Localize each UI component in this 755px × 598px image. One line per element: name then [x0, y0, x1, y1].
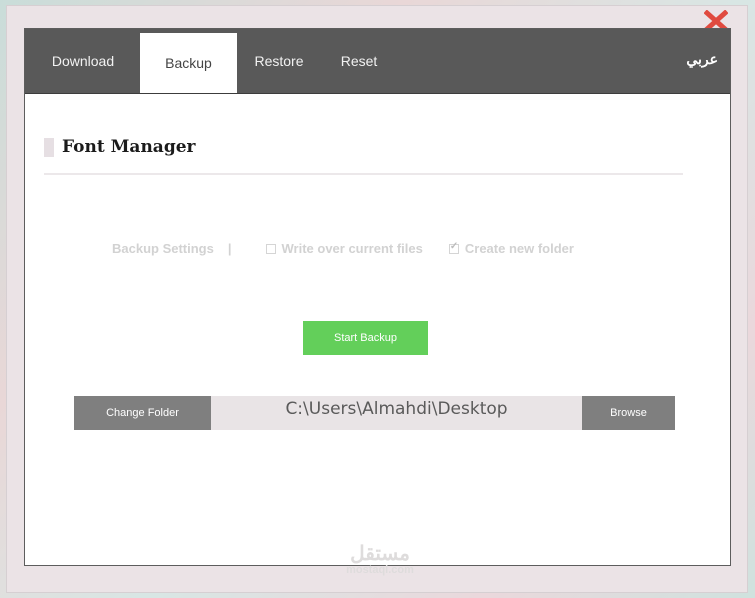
title-row: Font Manager — [44, 137, 195, 157]
backup-settings: Backup Settings | Write over current fil… — [112, 241, 574, 257]
folder-path-field[interactable]: C:\Users\Almahdi\Desktop — [211, 396, 582, 430]
create-folder-option[interactable]: Create new folder — [448, 241, 574, 256]
write-over-option[interactable]: Write over current files — [265, 241, 423, 256]
create-folder-label: Create new folder — [464, 241, 574, 256]
backup-settings-label: Backup Settings — [112, 241, 214, 256]
watermark-arabic: مستقل — [350, 543, 410, 565]
language-toggle[interactable]: عربي — [686, 51, 718, 68]
title-divider — [44, 173, 683, 175]
tab-download[interactable]: Download — [39, 29, 127, 93]
write-over-label: Write over current files — [281, 241, 423, 256]
browse-button[interactable]: Browse — [582, 396, 675, 430]
start-backup-button[interactable]: Start Backup — [303, 321, 428, 355]
create-folder-checkbox[interactable] — [448, 241, 459, 254]
watermark-latin: mostaql.com — [346, 564, 414, 576]
tab-reset[interactable]: Reset — [331, 29, 387, 93]
settings-separator: | — [227, 241, 232, 256]
change-folder-button[interactable]: Change Folder — [74, 396, 211, 430]
write-over-checkbox[interactable] — [265, 243, 276, 254]
tab-bar: Download Backup Restore Reset عربي — [25, 29, 730, 94]
title-marker — [44, 137, 54, 157]
page-title: Font Manager — [62, 137, 196, 157]
folder-row: Change Folder C:\Users\Almahdi\Desktop B… — [74, 396, 675, 430]
tab-restore[interactable]: Restore — [247, 29, 311, 93]
tab-backup[interactable]: Backup — [140, 33, 237, 93]
watermark: مستقل mostaql.com — [330, 544, 430, 576]
main-window: Download Backup Restore Reset عربي Font … — [24, 28, 731, 576]
